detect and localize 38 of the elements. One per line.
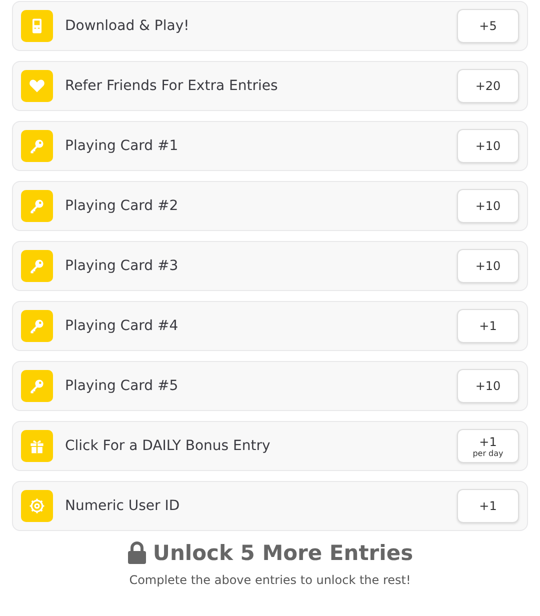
- points-button[interactable]: +10: [457, 249, 519, 283]
- gear-icon: [21, 490, 53, 522]
- entry-row[interactable]: Numeric User ID +1: [12, 481, 528, 531]
- unlock-heading: Unlock 5 More Entries: [152, 541, 414, 565]
- points-button[interactable]: +1: [457, 309, 519, 343]
- entry-row[interactable]: Playing Card #3 +10: [12, 241, 528, 291]
- points-button[interactable]: +10: [457, 189, 519, 223]
- points-button[interactable]: +10: [457, 369, 519, 403]
- entry-label: Playing Card #4: [65, 318, 180, 334]
- entry-row[interactable]: Refer Friends For Extra Entries +20: [12, 61, 528, 111]
- entry-row[interactable]: Playing Card #2 +10: [12, 181, 528, 231]
- lock-icon: [126, 541, 147, 565]
- entry-row[interactable]: Playing Card #1 +10: [12, 121, 528, 171]
- entry-label: Click For a DAILY Bonus Entry: [65, 438, 272, 454]
- entry-label: Playing Card #1: [65, 138, 180, 154]
- entry-label: Playing Card #2: [65, 198, 180, 214]
- entry-row[interactable]: Click For a DAILY Bonus Entry +1 per day: [12, 421, 528, 471]
- points-button[interactable]: +1: [457, 489, 519, 523]
- points-button[interactable]: +20: [457, 69, 519, 103]
- entry-label: Refer Friends For Extra Entries: [65, 78, 279, 94]
- key-icon: [21, 310, 53, 342]
- key-icon: [21, 130, 53, 162]
- gameboy-icon: [21, 10, 53, 42]
- unlock-hint: Complete the above entries to unlock the rest!: [129, 573, 411, 587]
- entry-row[interactable]: Playing Card #4 +1: [12, 301, 528, 351]
- entry-row[interactable]: Download & Play! +5: [12, 1, 528, 51]
- key-icon: [21, 250, 53, 282]
- points-button[interactable]: +10: [457, 129, 519, 163]
- entry-row[interactable]: Playing Card #5 +10: [12, 361, 528, 411]
- points-button[interactable]: +5: [457, 9, 519, 43]
- key-icon: [21, 190, 53, 222]
- entry-label: Download & Play!: [65, 18, 190, 34]
- entry-label: Playing Card #5: [65, 378, 180, 394]
- key-icon: [21, 370, 53, 402]
- gift-icon: [21, 430, 53, 462]
- entry-label: Playing Card #3: [65, 258, 180, 274]
- points-button[interactable]: +1 per day: [457, 429, 519, 463]
- entry-label: Numeric User ID: [65, 498, 181, 514]
